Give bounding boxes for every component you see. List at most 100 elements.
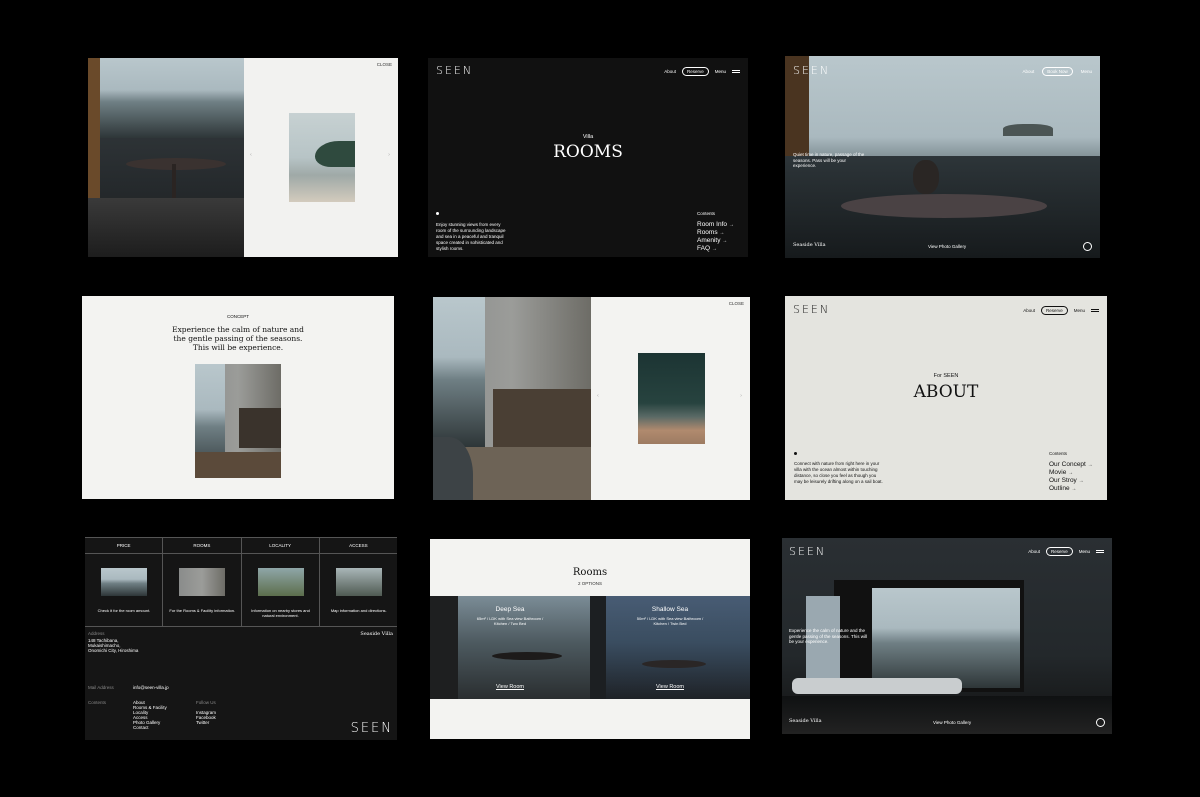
menu-icon[interactable] <box>1091 309 1099 312</box>
menu-icon[interactable] <box>1096 550 1104 553</box>
footer-link[interactable]: Contact <box>133 725 167 730</box>
contents-link[interactable]: Rooms → <box>697 229 734 237</box>
card-photo <box>179 568 226 596</box>
footer-brand: Seaside Villa <box>793 242 826 248</box>
panel-rooms-intro: SEEN About Reserve Menu Villa ROOMS Enjo… <box>428 58 748 257</box>
view-room-link[interactable]: View Room <box>430 684 590 690</box>
logo[interactable]: SEEN <box>793 64 830 77</box>
panel-gallery-lightbox: CLOSE ‹ › <box>88 58 398 257</box>
section-title: Rooms <box>572 567 608 578</box>
nav-menu[interactable]: Menu <box>1081 69 1092 74</box>
prev-arrow-icon[interactable]: ‹ <box>597 393 599 399</box>
brand-right: Seaside Villa <box>360 631 393 637</box>
hero-caption: Quiet time in nature, passage of the sea… <box>793 152 865 168</box>
about-text: Connect with nature from right here in y… <box>794 461 883 484</box>
panel-about-intro: SEEN About Reserve Menu For SEEN ABOUT C… <box>785 296 1107 500</box>
room-name: Shallow Sea <box>651 606 689 613</box>
reserve-button[interactable]: Reserve <box>1045 547 1073 556</box>
reserve-button[interactable]: Reserve <box>681 67 709 76</box>
info-card-locality[interactable]: LOCALITY Information on nearby stores an… <box>241 538 320 626</box>
card-desc: For the Rooms & Facility information. <box>169 608 236 613</box>
room-card-deep-sea[interactable]: Deep Sea 65m² / LDK with Sea view Bathro… <box>430 596 590 699</box>
next-arrow-icon[interactable]: › <box>388 152 390 158</box>
card-photo <box>257 568 304 596</box>
next-arrow-icon[interactable]: › <box>740 393 742 399</box>
book-now-button[interactable]: Book Now <box>1042 67 1073 76</box>
beach-photo <box>289 113 355 202</box>
info-card-access[interactable]: ACCESS Map information and directions. <box>319 538 397 626</box>
concept-photo <box>195 364 281 478</box>
footer-brand: Seaside Villa <box>789 718 822 724</box>
logo[interactable]: SEEN <box>793 303 830 316</box>
page-title: ROOMS <box>553 142 623 162</box>
contents-link[interactable]: Room Info → <box>697 221 734 229</box>
room-interior-photo <box>433 297 591 500</box>
nav-menu[interactable]: Menu <box>1074 308 1085 313</box>
panel-hero-bedroom: SEEN About Reserve Menu Experience the c… <box>782 538 1112 734</box>
badge-icon <box>1096 718 1105 727</box>
villa-terrace-photo <box>88 58 244 257</box>
logo[interactable]: SEEN <box>789 545 826 558</box>
info-card-rooms[interactable]: ROOMS For the Rooms & Facility informati… <box>163 538 242 626</box>
mail-label: Mail Address <box>88 685 114 690</box>
follow-label: Follow Us <box>196 700 216 705</box>
room-name: Deep Sea <box>495 606 525 613</box>
card-title: LOCALITY <box>241 538 319 554</box>
contents-link[interactable]: Movie → <box>1049 469 1093 477</box>
photo-gallery-link[interactable]: View Photo Gallery <box>933 720 971 725</box>
contents-link[interactable]: Our Concept → <box>1049 461 1093 469</box>
close-link[interactable]: CLOSE <box>377 62 392 67</box>
address-label: Address <box>88 631 105 636</box>
card-title: ACCESS <box>319 538 397 554</box>
room-card-shallow-sea[interactable]: Shallow Sea 50m² / LDK with Sea view Bat… <box>590 596 750 699</box>
close-link[interactable]: CLOSE <box>729 301 744 306</box>
menu-icon[interactable] <box>732 70 740 73</box>
reserve-button[interactable]: Reserve <box>1040 306 1068 315</box>
page-subtitle: Villa <box>582 134 594 140</box>
contents-link[interactable]: FAQ → <box>697 245 734 253</box>
page-subtitle: For SEEN <box>933 373 959 379</box>
nav-menu[interactable]: Menu <box>1079 549 1090 554</box>
hero-caption: Experience the calm of nature and the ge… <box>789 628 867 644</box>
panel-rooms-options: Rooms 2 OPTIONS Deep Sea 65m² / LDK with… <box>430 539 750 739</box>
contents-link[interactable]: Our Stroy → <box>1049 477 1093 485</box>
concept-heading: Experience the calm of nature and the ge… <box>172 325 304 352</box>
panel-concept: CONCEPT Experience the calm of nature an… <box>82 296 394 499</box>
nav-about[interactable]: About <box>664 69 676 74</box>
card-title: ROOMS <box>163 538 241 554</box>
mail-link[interactable]: info@seen-villa.jp <box>133 685 169 690</box>
contents-label: Contents <box>1049 451 1068 456</box>
badge-icon <box>1083 242 1092 251</box>
photo-gallery-link[interactable]: View Photo Gallery <box>928 244 966 249</box>
address-text: 148 Tachibana, Mukaishimacho, Onomichi C… <box>88 638 139 653</box>
card-desc: Information on nearby stores and natural… <box>251 608 310 618</box>
nav-about[interactable]: About <box>1028 549 1040 554</box>
info-card-price[interactable]: PRICE Check it for the room amount. <box>85 538 164 626</box>
card-photo <box>101 568 147 596</box>
prev-arrow-icon[interactable]: ‹ <box>250 152 252 158</box>
aerial-shore-photo <box>638 353 705 444</box>
card-desc: Check it for the room amount. <box>97 608 151 613</box>
card-title: PRICE <box>85 538 163 554</box>
contents-label: Contents <box>697 211 716 216</box>
nav-menu[interactable]: Menu <box>715 69 726 74</box>
contents-label: Contents <box>88 700 107 705</box>
panel-gallery-lightbox-2: CLOSE ‹ › <box>433 297 750 500</box>
panel-hero-seaside: SEEN About Book Now Menu Quiet time in n… <box>785 56 1100 258</box>
panel-footer-info: PRICE Check it for the room amount. ROOM… <box>85 537 397 740</box>
logo[interactable]: SEEN <box>436 64 473 77</box>
nav-about[interactable]: About <box>1023 308 1035 313</box>
card-desc: Map information and directions. <box>330 608 387 613</box>
section-label: CONCEPT <box>226 314 249 319</box>
nav-about[interactable]: About <box>1022 69 1034 74</box>
contents-link[interactable]: Outline → <box>1049 485 1093 493</box>
options-count: 2 OPTIONS <box>577 581 602 586</box>
view-room-link[interactable]: View Room <box>590 684 750 690</box>
social-link[interactable]: Twitter <box>196 720 216 725</box>
contents-link[interactable]: Amenity → <box>697 237 734 245</box>
footer-logo: SEEN <box>350 721 393 736</box>
page-title: ABOUT <box>913 382 979 402</box>
card-photo <box>335 568 382 596</box>
room-spec: 50m² / LDK with Sea view Bathroom / Kitc… <box>636 616 704 626</box>
intro-text: Enjoy stunning views from every room of … <box>436 222 506 251</box>
